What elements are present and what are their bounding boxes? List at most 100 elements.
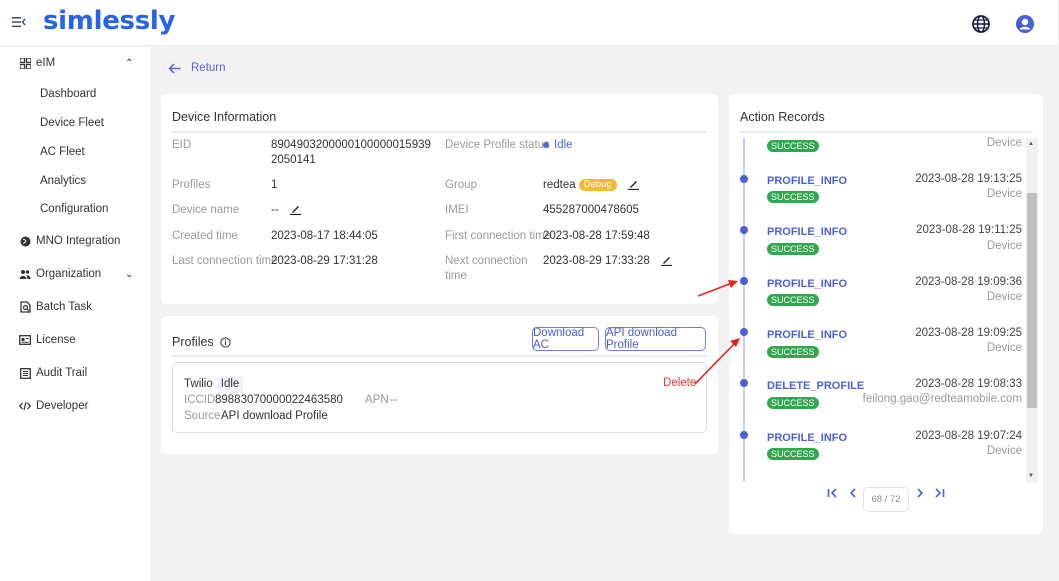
- last-connection-value: 2023-08-29 17:31:28: [271, 255, 378, 267]
- record-actor: feilong.gao@redteamobile.com: [862, 393, 1022, 405]
- chevron-down-icon: ⌄: [125, 268, 134, 280]
- last-page-icon: [935, 488, 945, 498]
- sidebar-item-device-fleet[interactable]: Device Fleet: [0, 110, 150, 136]
- chevron-left-icon: [849, 488, 856, 498]
- status-dot-icon: [543, 141, 549, 148]
- record-time: 2023-08-28 19:09:25: [915, 327, 1022, 339]
- sidebar-item-dashboard[interactable]: Dashboard: [0, 81, 150, 107]
- page-scroll-edge: [1050, 47, 1059, 581]
- imei-label: IMEI: [445, 204, 469, 216]
- first-connection-value: 2023-08-28 17:59:48: [543, 230, 650, 242]
- divider: [172, 355, 707, 357]
- timeline-dot: [740, 175, 748, 183]
- sidebar-item-configuration[interactable]: Configuration: [0, 196, 150, 222]
- arrow-left-icon: [168, 62, 181, 74]
- return-link[interactable]: Return: [168, 62, 226, 74]
- profiles-count-value: 1: [271, 179, 278, 191]
- sidebar-item-label: Device Fleet: [40, 117, 104, 129]
- sidebar-item-label: eIM: [36, 57, 56, 69]
- record-action[interactable]: PROFILE_INFO: [767, 278, 847, 290]
- record-status-badge: SUCCESS: [767, 448, 819, 460]
- api-download-profile-button[interactable]: API download Profile: [605, 327, 706, 351]
- divider: [172, 131, 707, 133]
- next-connection-value: 2023-08-29 17:33:28: [543, 255, 650, 267]
- sidebar-item-label: MNO Integration: [36, 235, 121, 247]
- record-action[interactable]: PROFILE_INFO: [767, 226, 847, 238]
- record-actor: Device: [986, 342, 1022, 354]
- timeline-dot: [740, 277, 748, 285]
- first-page-button[interactable]: [827, 488, 838, 498]
- sidebar-item-audit-trail[interactable]: Audit Trail: [0, 359, 150, 387]
- scroll-down-arrow-icon[interactable]: ▼: [1028, 473, 1034, 479]
- sidebar-item-label: AC Fleet: [40, 146, 85, 158]
- edit-icon[interactable]: [661, 255, 672, 267]
- record-status-badge: SUCCESS: [767, 243, 819, 255]
- download-ac-button[interactable]: Download AC: [532, 327, 599, 351]
- profile-status-chip: Idle: [216, 376, 244, 393]
- chevron-right-icon: [917, 488, 924, 498]
- record-action[interactable]: PROFILE_INFO: [767, 432, 847, 444]
- profile-status-label: Device Profile status: [445, 139, 550, 151]
- sidebar: eIM ⌃ Dashboard Device Fleet AC Fleet An…: [0, 47, 150, 581]
- record-time: 2023-08-28 19:09:36: [915, 276, 1022, 288]
- next-page-button[interactable]: [916, 488, 924, 498]
- source-label: Source: [184, 410, 221, 422]
- sidebar-item-label: Dashboard: [40, 88, 97, 100]
- record-actor: Device: [986, 291, 1022, 303]
- sidebar-item-label: Audit Trail: [36, 367, 88, 379]
- sidebar-item-ac-fleet[interactable]: AC Fleet: [0, 139, 150, 165]
- sidebar-item-license[interactable]: License: [0, 326, 150, 354]
- grid-icon: [19, 57, 31, 69]
- user-circle-icon[interactable]: [1015, 14, 1035, 34]
- first-page-icon: [827, 488, 837, 498]
- scroll-up-arrow-icon[interactable]: ▲: [1028, 141, 1034, 147]
- group-label: Group: [445, 179, 477, 191]
- sidebar-item-eim[interactable]: eIM ⌃: [0, 49, 150, 77]
- next-connection-field: 2023-08-29 17:33:28: [543, 254, 672, 269]
- delete-profile-link[interactable]: Delete: [663, 377, 696, 389]
- page-indicator[interactable]: 68 / 72: [863, 487, 909, 512]
- sidebar-item-batch-task[interactable]: Batch Task: [0, 293, 150, 321]
- sidebar-item-mno-integration[interactable]: MNO Integration: [0, 227, 150, 255]
- record-action[interactable]: PROFILE_INFO: [767, 329, 847, 341]
- next-connection-label: Next connection time: [445, 255, 528, 282]
- prev-page-button[interactable]: [849, 488, 857, 498]
- sidebar-item-label: Organization: [36, 268, 102, 280]
- divider: [740, 131, 1033, 133]
- record-action[interactable]: PROFILE_INFO: [767, 175, 847, 187]
- last-page-button[interactable]: [934, 488, 945, 498]
- document-icon: [19, 367, 31, 379]
- action-records-title: Action Records: [740, 110, 825, 124]
- record-status-badge: SUCCESS: [767, 346, 819, 358]
- last-connection-label: Last connection time: [172, 255, 278, 267]
- profiles-count-label: Profiles: [172, 179, 211, 191]
- globe-filled-icon: [19, 235, 31, 247]
- record-action[interactable]: DELETE_PROFILE: [767, 380, 864, 392]
- globe-icon[interactable]: [971, 14, 991, 34]
- timeline-dot: [740, 328, 748, 336]
- sidebar-item-analytics[interactable]: Analytics: [0, 168, 150, 194]
- apn-value: --: [390, 394, 398, 406]
- iccid-value: 89883070000022463580: [215, 394, 343, 406]
- sidebar-item-label: Analytics: [40, 175, 87, 187]
- menu-collapse-icon[interactable]: [12, 16, 26, 28]
- sidebar-item-label: Configuration: [40, 203, 109, 215]
- eid-label: EID: [172, 139, 192, 151]
- sidebar-item-developer[interactable]: Developer: [0, 392, 150, 420]
- source-value: API download Profile: [221, 410, 328, 422]
- iccid-label: ICCID: [184, 394, 216, 406]
- timeline-dot: [740, 226, 748, 234]
- records-scrollbar-thumb[interactable]: [1027, 193, 1037, 408]
- info-icon[interactable]: [220, 336, 231, 348]
- record-actor: Device: [986, 240, 1022, 252]
- record-status-badge: SUCCESS: [767, 140, 819, 152]
- sidebar-item-organization[interactable]: Organization ⌄: [0, 260, 150, 288]
- edit-icon[interactable]: [289, 204, 301, 216]
- record-actor: Device: [986, 188, 1022, 200]
- return-label: Return: [191, 62, 226, 74]
- sidebar-item-label: Developer: [36, 400, 89, 412]
- timeline-dot: [740, 379, 748, 387]
- edit-icon[interactable]: [627, 179, 639, 191]
- device-information-card: [161, 94, 718, 304]
- group-field: redtea Debug: [543, 178, 639, 193]
